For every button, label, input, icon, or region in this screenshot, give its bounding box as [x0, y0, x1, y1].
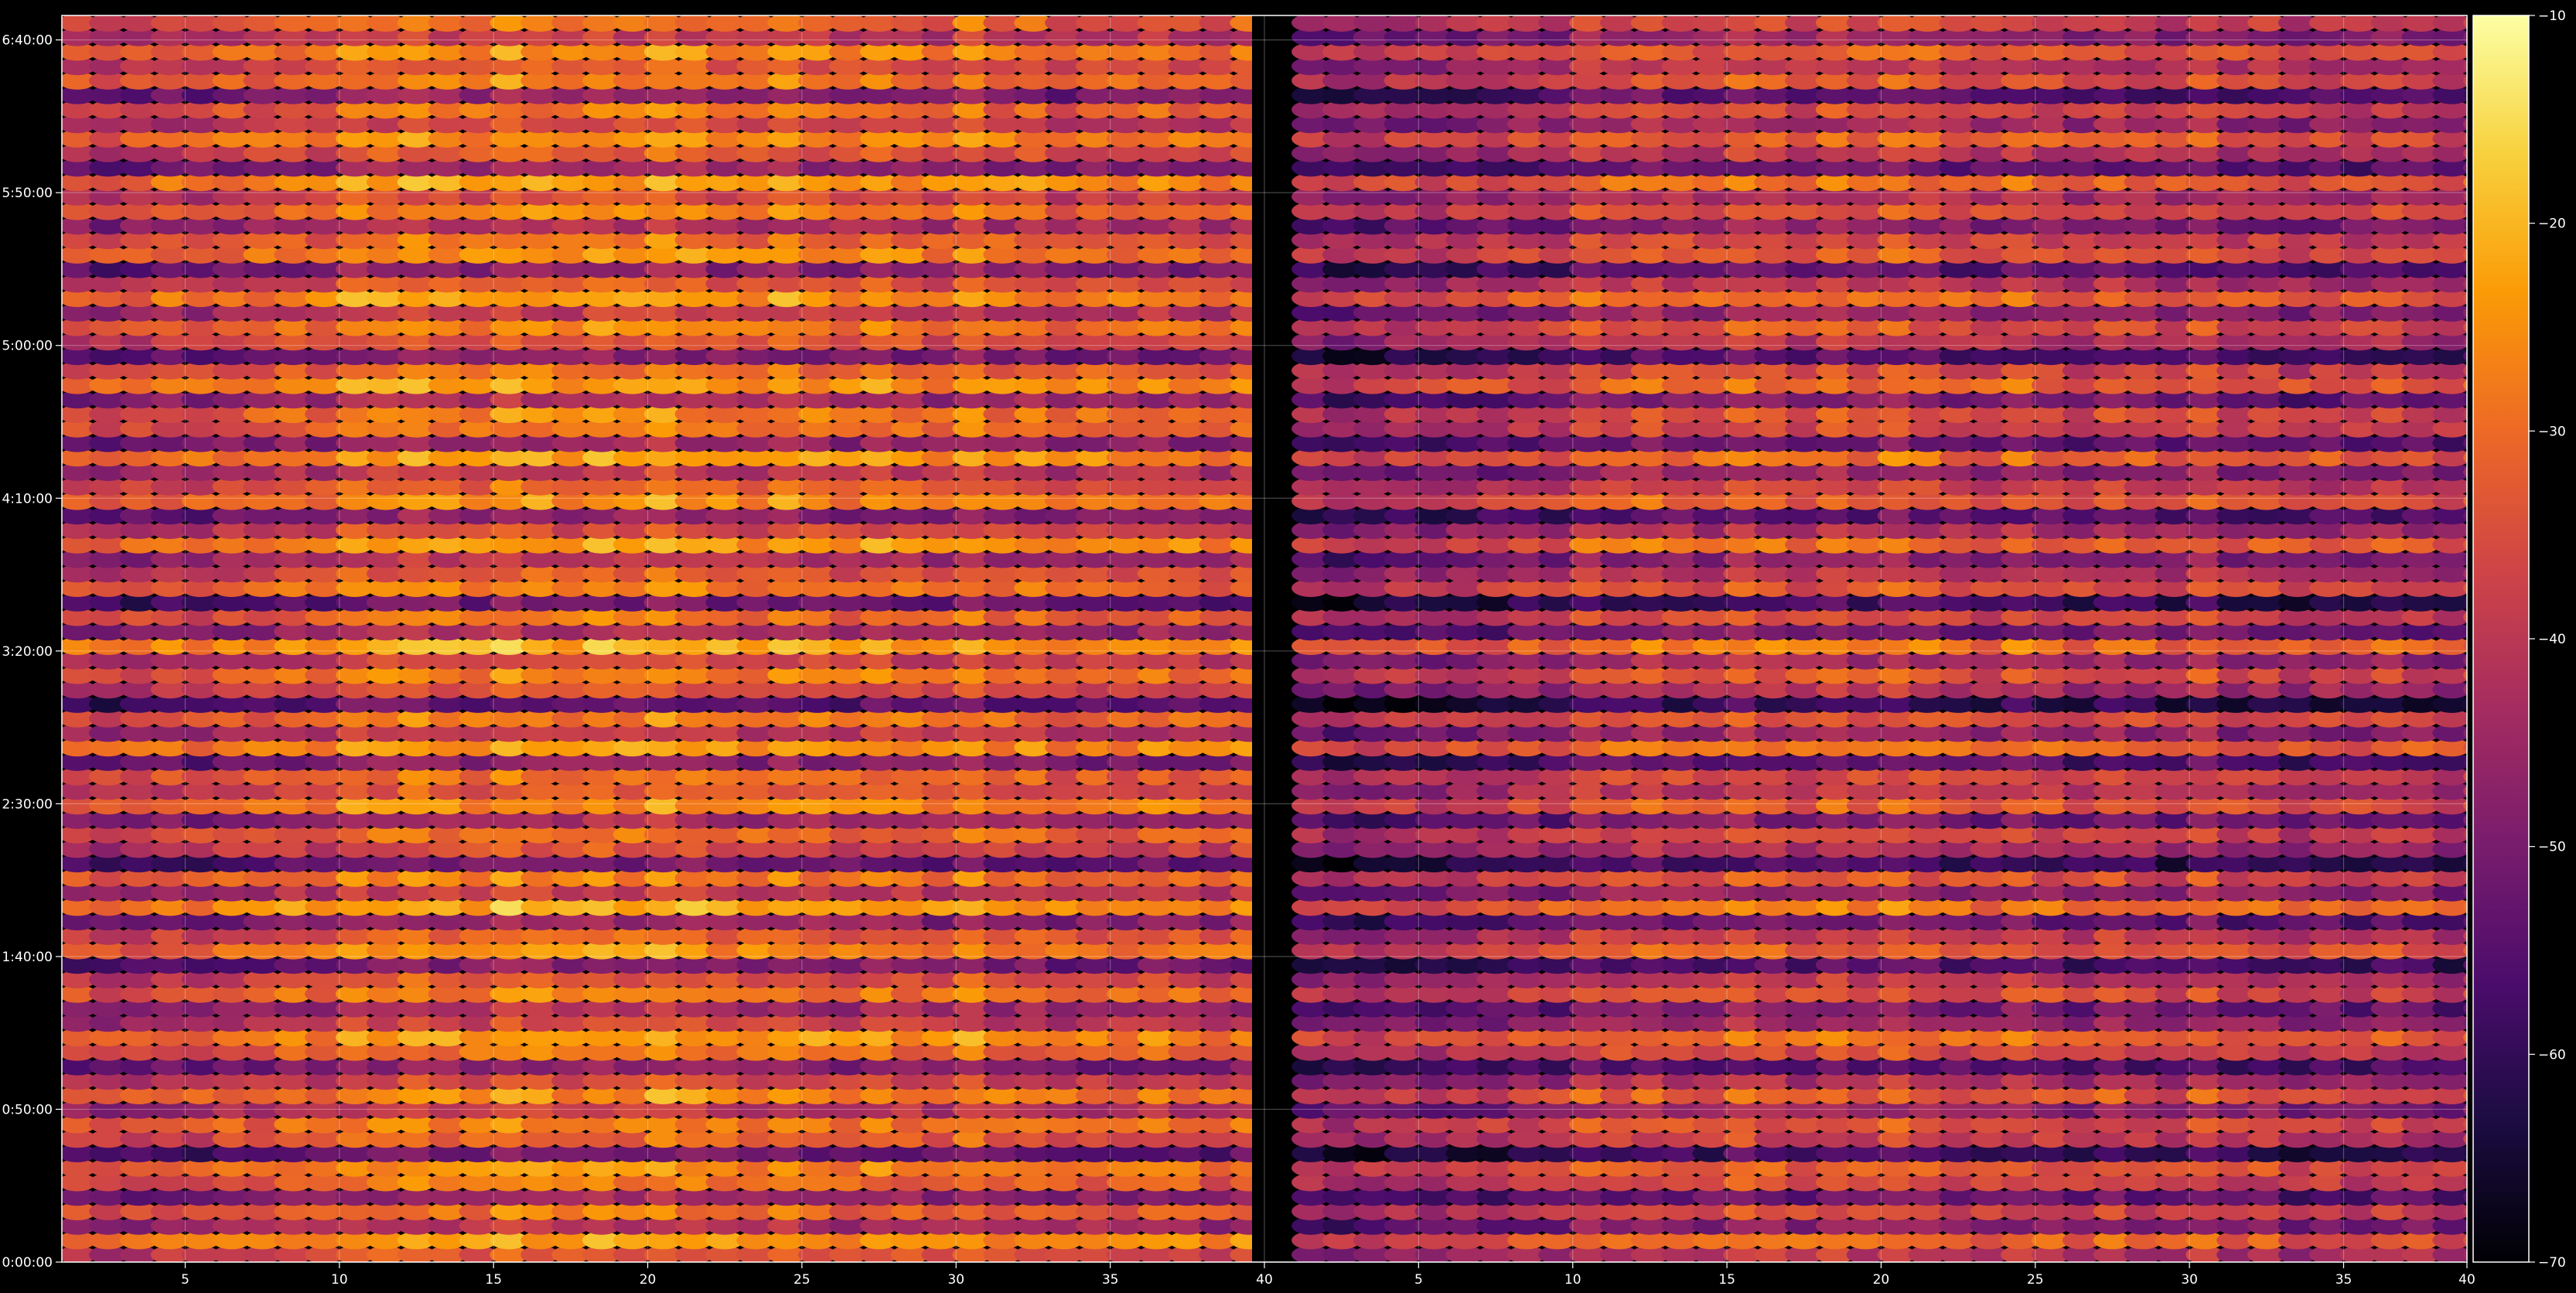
heatmap-figure: 5 10 15 20 25 30 35 40 5 10 15 20 25 30 35 40 0:00:000:… — [0, 0, 2576, 1293]
